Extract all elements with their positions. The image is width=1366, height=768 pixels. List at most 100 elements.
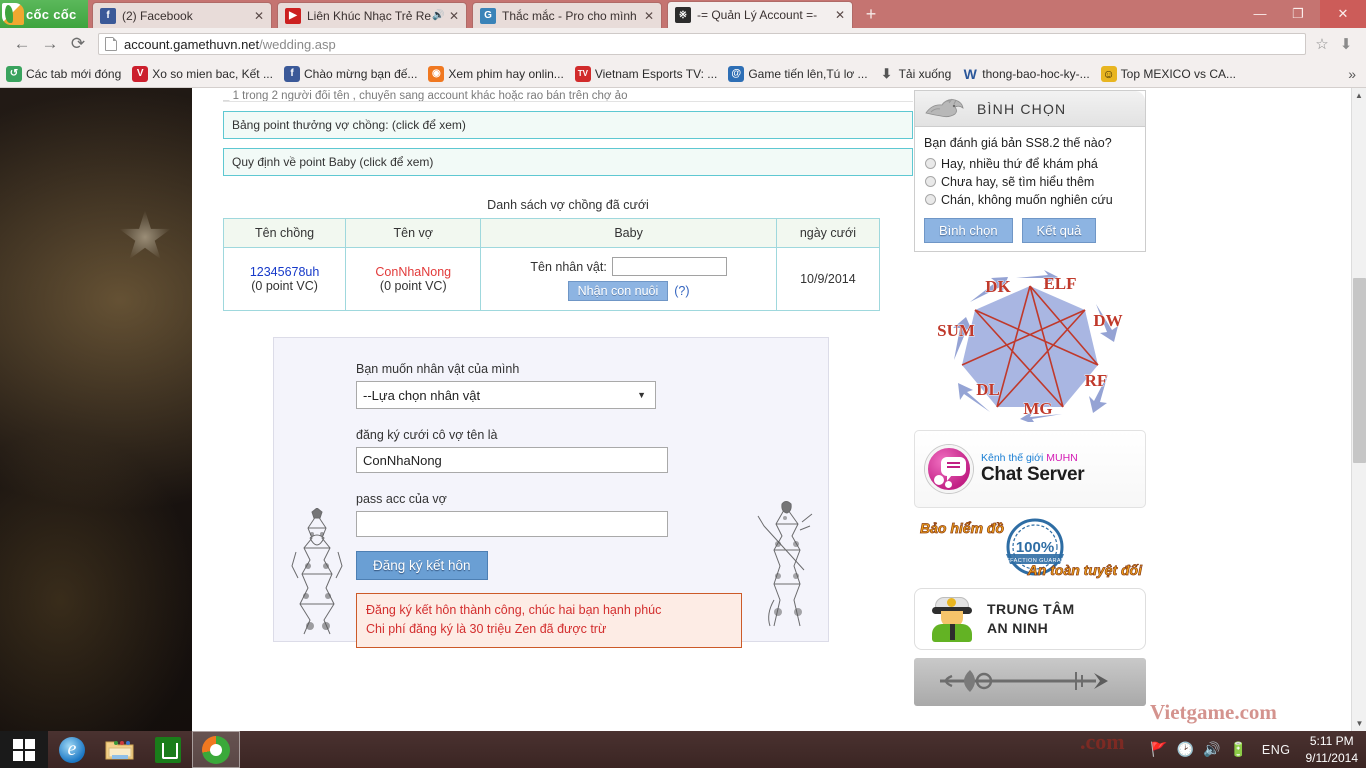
bookmark-item-8[interactable]: ☺Top MEXICO vs CA... [1101,66,1236,82]
download-icon[interactable]: ⬇ [1334,31,1358,57]
network-icon[interactable]: 🚩 [1150,741,1167,758]
bookmark-label: Vietnam Esports TV: ... [595,67,718,81]
new-tab-button[interactable]: + [858,4,884,26]
seal-percent: 100% [1016,539,1054,556]
wife-name-link[interactable]: ConNhaNong [350,265,476,279]
adopt-child-button[interactable]: Nhận con nuôi [568,281,669,301]
opera-icon: V [132,66,148,82]
poll-option-2[interactable]: Chán, không muốn nghiên cứu [924,192,1136,209]
language-indicator[interactable]: ENG [1262,743,1291,757]
browser-tab-3-active[interactable]: ※ -= Quản Lý Account =- ✕ [667,1,853,28]
radio-button-icon[interactable] [925,194,936,205]
browser-tab-1[interactable]: ▶ Liên Khúc Nhạc Trẻ Re 🔊 ✕ [277,2,467,28]
bookmarks-overflow-button[interactable]: » [1348,66,1360,82]
browser-tab-2[interactable]: G Thắc mắc - Pro cho mình ✕ [472,2,662,28]
download-icon: ⬇ [879,66,895,82]
page-info-icon[interactable] [105,37,117,51]
character-sketch-right-icon [754,500,816,630]
word-doc-icon: W [962,66,978,82]
windows-store-icon [155,737,181,763]
baby-help-link[interactable]: (?) [674,284,689,298]
reload-icon[interactable]: ⟳ [64,30,92,58]
poll-option-0[interactable]: Hay, nhiều thứ để khám phá [924,156,1136,173]
forward-icon[interactable]: → [36,30,64,58]
character-select-label: Bạn muốn nhân vật của mình [356,362,756,376]
insurance-banner[interactable]: Bảo hiểm đồ 100% SATISFACTION GUARANTEE … [914,514,1146,586]
coccoc-leaf-icon [2,3,24,25]
tab-mute-icon[interactable]: 🔊 [432,10,446,21]
baby-name-input[interactable] [612,257,727,276]
class-node-mg: MG [1023,399,1052,418]
browser-brand-logo[interactable]: cốc cốc [0,0,88,28]
bookmark-label: Các tab mới đóng [26,67,121,81]
poll-vote-button[interactable]: Bình chọn [924,218,1013,243]
tab-close-button[interactable]: ✕ [251,9,267,23]
character-select[interactable]: --Lựa chọn nhân vật [356,381,656,409]
radio-button-icon[interactable] [925,176,936,187]
wife-password-field[interactable] [356,511,668,537]
poll-option-1[interactable]: Chưa hay, sẽ tìm hiểu thêm [924,174,1136,191]
page-viewport: _ 1 trong 2 người đổi tên , chuyển sang … [0,88,1366,731]
register-marriage-button[interactable]: Đăng ký kết hôn [356,551,488,580]
back-icon[interactable]: ← [8,30,36,58]
chat-bubble-icon [925,445,973,493]
navigation-bar: ← → ⟳ account.gamethuvn.net/wedding.asp … [0,28,1366,60]
page-body: _ 1 trong 2 người đổi tên , chuyển sang … [192,88,1355,731]
window-minimize-button[interactable]: — [1246,0,1274,28]
browser-tab-0[interactable]: f (2) Facebook ✕ [92,2,272,28]
page-scrollbar[interactable]: ▲ ▼ [1351,88,1366,731]
sword-banner[interactable] [914,658,1146,706]
smiley-icon: ☺ [1101,66,1117,82]
bookmark-item-1[interactable]: VXo so mien bac, Kết ... [132,66,273,82]
bookmark-item-7[interactable]: Wthong-bao-hoc-ky-... [962,66,1089,82]
taskbar-file-explorer[interactable] [96,731,144,768]
action-center-icon[interactable]: 🕑 [1177,741,1194,758]
security-center-banner[interactable]: TRUNG TÂM AN NINH [914,588,1146,650]
taskbar-coccoc-browser[interactable] [192,731,240,768]
volume-icon[interactable]: 🔊 [1203,741,1220,758]
baby-name-label: Tên nhân vật: [530,260,606,274]
address-bar[interactable]: account.gamethuvn.net/wedding.asp [98,33,1306,55]
poll-results-button[interactable]: Kết quả [1022,218,1097,243]
game-icon: ※ [675,7,691,23]
start-button[interactable] [0,731,48,768]
cell-husband: 12345678uh (0 point VC) [224,248,346,311]
bookmark-star-icon[interactable]: ☆ [1310,31,1334,57]
chat-banner-subtitle: Kênh thế giới MUHN [981,452,1084,464]
bookmark-item-2[interactable]: fChào mừng bạn đế... [284,66,417,82]
tab-close-button[interactable]: ✕ [446,9,462,23]
facebook-icon: f [100,8,116,24]
url-domain: account.gamethuvn.net [124,37,259,52]
info-bar-baby-rules[interactable]: Quy định về point Baby (click để xem) [223,148,913,176]
radio-button-icon[interactable] [925,158,936,169]
poll-question: Bạn đánh giá bản SS8.2 thế nào? [924,136,1136,150]
class-node-dl: DL [976,380,1000,399]
poll-panel: BÌNH CHỌN Bạn đánh giá bản SS8.2 thế nào… [914,90,1146,252]
facebook-icon: f [284,66,300,82]
bookmark-item-0[interactable]: ↺Các tab mới đóng [6,66,121,82]
bookmark-item-5[interactable]: @Game tiến lên,Tú lơ ... [728,66,867,82]
battery-icon[interactable]: 🔋 [1229,741,1246,758]
taskbar-internet-explorer[interactable] [48,731,96,768]
husband-name-link[interactable]: 12345678uh [228,265,341,279]
forum-icon: G [480,8,496,24]
wife-point: (0 point VC) [350,279,476,293]
scroll-up-icon[interactable]: ▲ [1352,88,1366,103]
window-close-button[interactable]: ✕ [1320,0,1366,28]
taskbar-windows-store[interactable] [144,731,192,768]
file-explorer-icon [105,738,135,762]
taskbar-clock[interactable]: 5:11 PM 9/11/2014 [1306,733,1359,765]
chat-server-banner[interactable]: Kênh thế giới MUHN Chat Server [914,430,1146,508]
scrollbar-thumb[interactable] [1353,278,1366,463]
bookmark-item-6[interactable]: ⬇Tải xuống [879,66,952,82]
tv-icon: TV [575,66,591,82]
tab-close-button[interactable]: ✕ [832,8,848,22]
scroll-down-icon[interactable]: ▼ [1352,716,1366,731]
bookmark-item-4[interactable]: TV Vietnam Esports TV: ... [575,66,718,82]
info-bar-point-table[interactable]: Bảng point thưởng vợ chồng: (click để xe… [223,111,913,139]
bookmark-item-3[interactable]: ◉Xem phim hay onlin... [428,66,563,82]
window-maximize-button[interactable]: ❐ [1284,0,1312,28]
poll-panel-header: BÌNH CHỌN [915,91,1145,127]
wife-name-field[interactable] [356,447,668,473]
tab-close-button[interactable]: ✕ [641,9,657,23]
